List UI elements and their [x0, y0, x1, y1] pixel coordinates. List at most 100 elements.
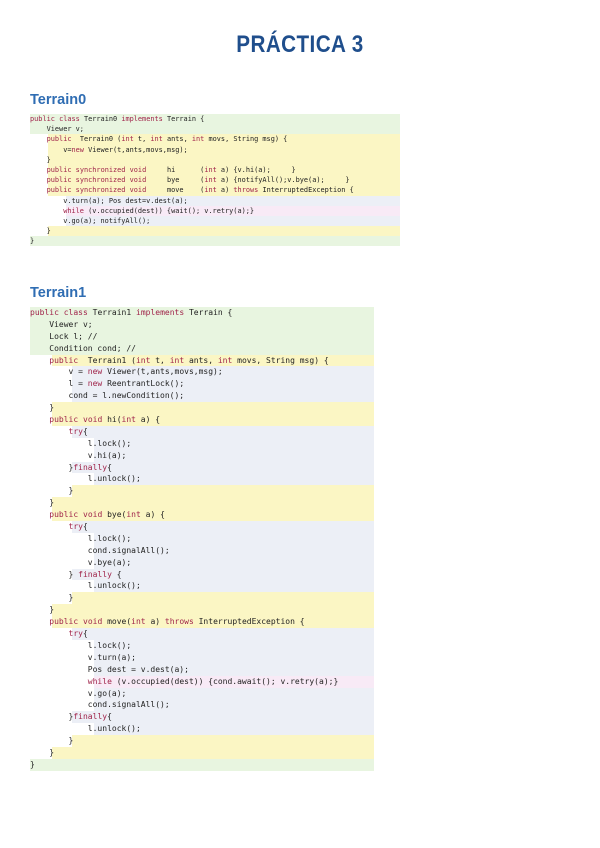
code-line: }	[30, 746, 374, 759]
code-line: public Terrain1 (int t, int ants, int mo…	[30, 354, 374, 367]
code-line: }	[30, 735, 374, 747]
code-line-text: v = new Viewer(t,ants,movs,msg);	[30, 367, 223, 377]
code-line-text: try{	[68, 629, 88, 639]
code-line: }	[30, 604, 374, 617]
code-line: l.unlock();	[30, 723, 374, 736]
code-line-text: v.bye(a);	[30, 557, 132, 567]
code-line: l.lock();	[30, 532, 374, 545]
code-line: try{	[30, 521, 374, 533]
line-highlight	[72, 521, 374, 533]
code-line: public void hi(int a) {	[30, 414, 374, 426]
code-line: } finally {	[30, 568, 374, 581]
code-line: v.turn(a);	[30, 651, 374, 664]
section-heading-terrain1: Terrain1	[30, 285, 87, 301]
code-line-text: try{	[68, 522, 88, 532]
code-line: v.bye(a);	[30, 556, 374, 569]
code-line: l.lock();	[30, 639, 374, 652]
code-line-text: }	[30, 486, 74, 496]
code-line-text: try{	[68, 426, 88, 436]
code-line-text: }	[30, 403, 55, 413]
code-line-text: public class Terrain1 implements Terrain…	[30, 308, 233, 317]
code-line-text: }	[30, 747, 55, 757]
code-line-text: l.unlock();	[30, 474, 141, 484]
code-line: try{	[30, 425, 374, 438]
line-highlight	[72, 461, 374, 474]
code-line-text: }	[30, 237, 35, 246]
code-line-text: }finally{	[30, 712, 112, 722]
code-line: cond.signalAll();	[30, 544, 374, 557]
code-line-text: cond.signalAll();	[30, 700, 170, 710]
line-highlight	[94, 437, 374, 450]
code-line-text: }	[30, 759, 35, 769]
code-line-text: public void hi(int a) {	[49, 415, 161, 425]
code-line: Viewer v;	[30, 124, 400, 135]
line-highlight	[72, 628, 374, 640]
code-line: cond = l.newCondition();	[30, 390, 374, 403]
line-highlight	[48, 226, 400, 237]
code-line-text: public void move(int a) throws Interrupt…	[49, 617, 305, 627]
line-highlight	[94, 687, 374, 700]
code-line: public synchronized void move (int a) th…	[30, 185, 400, 196]
code-line-text: l.lock();	[30, 438, 132, 448]
line-highlight	[52, 604, 374, 617]
code-line-text: }finally{	[30, 462, 112, 472]
code-line: }	[30, 226, 400, 237]
code-line: v.go(a); notifyAll();	[30, 215, 400, 227]
code-line-text: }	[30, 605, 55, 615]
code-line: while (v.occupied(dest)) {cond.await(); …	[30, 675, 374, 688]
line-highlight	[72, 592, 374, 605]
code-line: v.go(a);	[30, 687, 374, 700]
code-line-text: cond.signalAll();	[30, 545, 170, 555]
page-title: PRÁCTICA 3	[236, 31, 364, 58]
code-line-text: public synchronized void move (int a) th…	[46, 186, 354, 195]
section-heading-terrain0: Terrain0	[30, 92, 87, 108]
line-highlight	[30, 124, 400, 135]
code-line: l = new ReentrantLock();	[30, 378, 374, 391]
code-line: public synchronized void bye (int a) {no…	[30, 175, 400, 186]
code-line: }	[30, 402, 374, 415]
code-line: Viewer v;	[30, 318, 374, 331]
code-line-text: public class Terrain0 implements Terrain…	[30, 115, 205, 123]
code-line: public synchronized void hi (int a) {v.h…	[30, 164, 400, 176]
line-highlight	[72, 485, 374, 498]
code-line-text: }	[30, 736, 74, 746]
code-line-text: Lock l; //	[30, 331, 98, 341]
code-line: Lock l; //	[30, 330, 374, 343]
code-line-text: Condition cond; //	[30, 343, 136, 353]
code-line: v=new Viewer(t,ants,movs,msg);	[30, 144, 400, 155]
code-line-text: v.go(a); notifyAll();	[30, 216, 151, 225]
code-line: l.unlock();	[30, 473, 374, 486]
code-line: while (v.occupied(dest)) {wait(); v.retr…	[30, 205, 400, 216]
code-line: }	[30, 485, 374, 498]
line-highlight	[94, 532, 374, 545]
code-line-text: l.lock();	[30, 533, 132, 543]
code-line-text: l.unlock();	[30, 724, 141, 734]
code-line: try{	[30, 628, 374, 640]
code-line-text: public Terrain1 (int t, int ants, int mo…	[49, 355, 329, 365]
code-line-text: Viewer v;	[30, 319, 93, 329]
code-line: public void bye(int a) {	[30, 509, 374, 522]
code-line-text: while (v.occupied(dest)) {cond.await(); …	[87, 676, 339, 686]
code-line: }finally{	[30, 711, 374, 724]
line-highlight	[30, 758, 374, 771]
code-line-text: v=new Viewer(t,ants,movs,msg);	[30, 145, 188, 154]
code-line: l.lock();	[30, 437, 374, 450]
code-block-terrain0: public class Terrain0 implements Terrain…	[30, 114, 400, 247]
code-line-text: l = new ReentrantLock();	[30, 379, 185, 389]
code-line-text: public synchronized void bye (int a) {no…	[46, 176, 350, 185]
code-line-text: } finally {	[30, 569, 122, 579]
code-line-text: l.unlock();	[30, 581, 141, 591]
code-line-text: v.turn(a); Pos dest=v.dest(a);	[30, 196, 188, 205]
code-line: }	[30, 497, 374, 510]
code-line-text: Viewer v;	[30, 125, 84, 134]
code-line: v = new Viewer(t,ants,movs,msg);	[30, 366, 374, 379]
code-line-text: }	[30, 498, 55, 508]
code-line: }	[30, 758, 374, 771]
code-line-text: v.go(a);	[30, 688, 127, 698]
code-line-text: }	[30, 155, 51, 164]
line-highlight	[72, 425, 374, 438]
line-highlight	[48, 154, 400, 165]
code-line-text: v.turn(a);	[30, 652, 136, 662]
code-line: public Terrain0 (int t, int ants, int mo…	[30, 134, 400, 145]
line-highlight	[52, 746, 374, 759]
